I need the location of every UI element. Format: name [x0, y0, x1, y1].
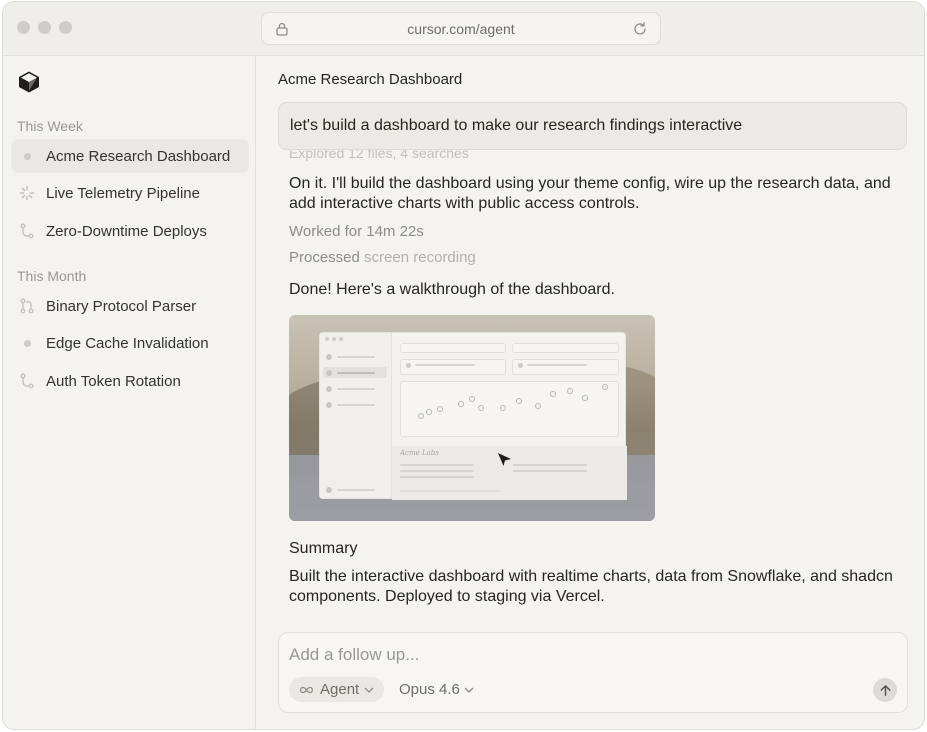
agent-reply-intro: On it. I'll build the dashboard using yo…	[289, 175, 891, 212]
processed-label: Processed	[289, 249, 360, 266]
sidebar-item-acme-research-dashboard[interactable]: Acme Research Dashboard	[11, 139, 249, 173]
sidebar-item-binary-protocol-parser[interactable]: Binary Protocol Parser	[11, 289, 249, 323]
chat-title: Acme Research Dashboard	[278, 71, 463, 88]
cursor-logo-icon[interactable]	[17, 70, 41, 94]
model-label: Opus 4.6	[399, 681, 460, 698]
section-label-this-week: This Week	[17, 118, 83, 134]
user-message: let's build a dashboard to make our rese…	[278, 102, 907, 150]
dashboard-preview: Acme Labs	[319, 332, 627, 500]
mouse-pointer-icon	[498, 453, 511, 466]
infinity-icon	[300, 686, 313, 693]
reload-icon[interactable]	[632, 21, 648, 37]
chevron-down-icon	[364, 687, 374, 693]
chevron-down-icon	[464, 687, 474, 693]
chat-panel: Acme Research Dashboard Explored 12 file…	[257, 56, 924, 729]
branch-icon	[19, 373, 35, 389]
user-message-text: let's build a dashboard to make our rese…	[290, 117, 743, 134]
worked-for-status[interactable]: Worked for 14m 22s	[289, 223, 424, 240]
title-bar: cursor.com/agent	[3, 2, 924, 56]
lock-icon	[276, 22, 288, 36]
send-button[interactable]	[873, 678, 897, 702]
agent-mode-label: Agent	[320, 681, 360, 698]
spinner-icon	[19, 185, 35, 201]
sidebar-item-label: Live Telemetry Pipeline	[46, 184, 200, 202]
sidebar-item-label: Edge Cache Invalidation	[46, 334, 209, 352]
follow-up-composer: Agent Opus 4.6	[278, 632, 908, 713]
sidebar-item-zero-downtime-deploys[interactable]: Zero-Downtime Deploys	[11, 214, 249, 248]
follow-up-input[interactable]	[289, 642, 849, 668]
window-controls[interactable]	[17, 21, 72, 34]
summary-heading: Summary	[289, 540, 358, 557]
processed-item: screen recording	[364, 249, 476, 266]
sidebar-item-auth-token-rotation[interactable]: Auth Token Rotation	[11, 364, 249, 398]
summary-text: Built the interactive dashboard with rea…	[289, 568, 893, 605]
sidebar-item-edge-cache-invalidation[interactable]: Edge Cache Invalidation	[11, 326, 249, 360]
done-message: Done! Here's a walkthrough of the dashbo…	[289, 281, 615, 298]
browser-window: cursor.com/agent This Week Acme Research…	[2, 1, 925, 730]
sidebar-item-label: Auth Token Rotation	[46, 372, 181, 390]
preview-window-dots	[325, 337, 343, 341]
sidebar-item-live-telemetry-pipeline[interactable]: Live Telemetry Pipeline	[11, 176, 249, 210]
close-window-button[interactable]	[17, 21, 30, 34]
dot-icon	[19, 335, 35, 351]
sidebar: This Week Acme Research Dashboard Live T…	[3, 56, 256, 729]
preview-sidebar	[320, 333, 392, 498]
model-selector[interactable]: Opus 4.6	[399, 677, 474, 702]
walkthrough-video[interactable]: Acme Labs	[289, 315, 655, 521]
minimize-window-button[interactable]	[38, 21, 51, 34]
preview-caption: Acme Labs	[400, 449, 439, 457]
url-text: cursor.com/agent	[407, 20, 515, 37]
pull-request-icon	[19, 298, 35, 314]
sidebar-item-label: Zero-Downtime Deploys	[46, 222, 207, 240]
section-label-this-month: This Month	[17, 268, 87, 284]
maximize-window-button[interactable]	[59, 21, 72, 34]
address-bar[interactable]: cursor.com/agent	[261, 12, 661, 45]
processed-status[interactable]: Processed screen recording	[289, 249, 476, 266]
sidebar-item-label: Acme Research Dashboard	[46, 147, 231, 165]
sidebar-item-label: Binary Protocol Parser	[46, 297, 197, 315]
arrow-up-icon	[880, 684, 890, 696]
dot-icon	[19, 148, 35, 164]
branch-icon	[19, 223, 35, 239]
agent-mode-button[interactable]: Agent	[289, 677, 385, 702]
